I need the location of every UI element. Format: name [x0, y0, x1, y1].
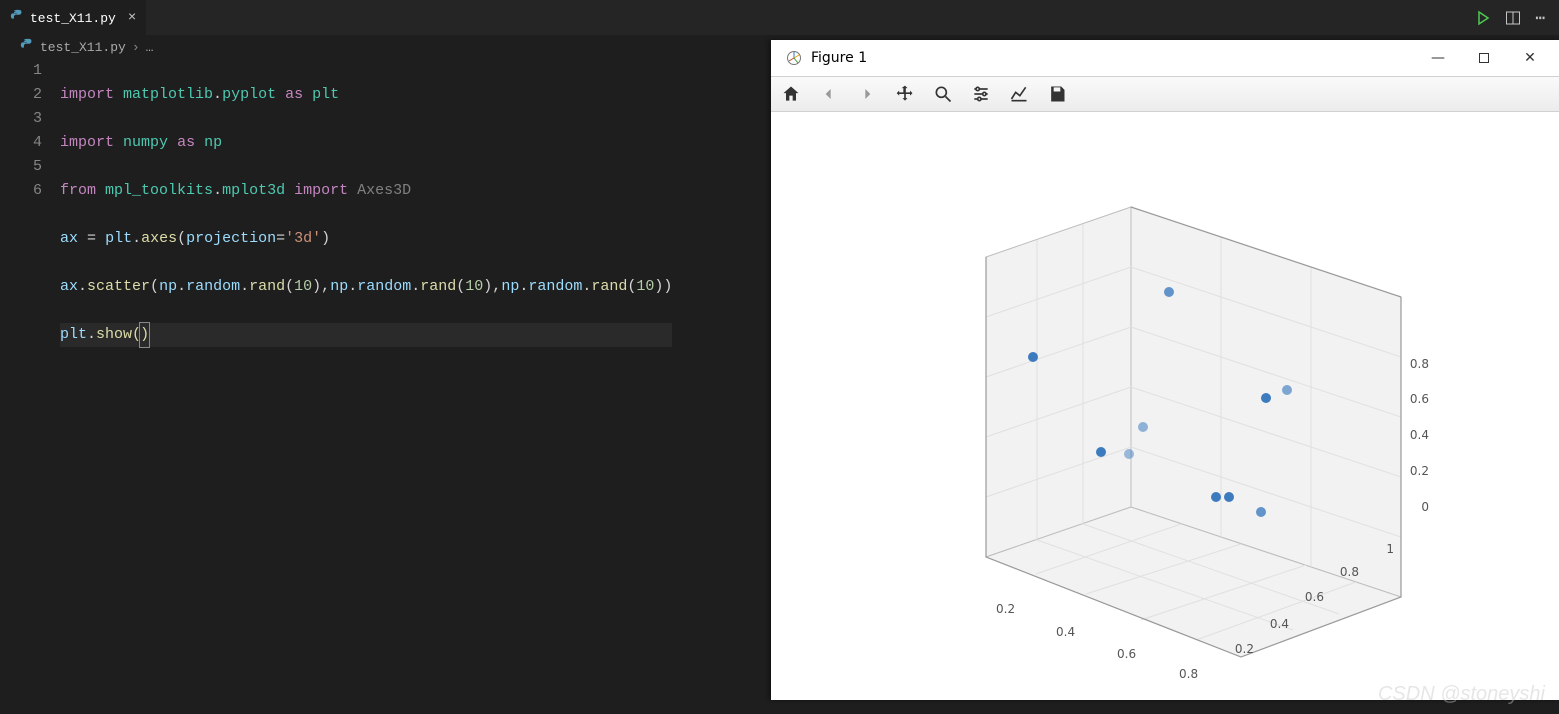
editor-actions: ⋯	[1475, 0, 1559, 35]
z-tick: 0.8	[1410, 357, 1429, 371]
y-tick: 0.6	[1305, 590, 1324, 604]
toolbar-configure-icon[interactable]	[969, 82, 993, 106]
breadcrumb-rest[interactable]: …	[146, 40, 154, 55]
x-tick: 0.6	[1117, 647, 1136, 661]
window-close-button[interactable]: ✕	[1507, 40, 1553, 76]
more-actions-icon[interactable]: ⋯	[1535, 8, 1547, 28]
breadcrumb-file[interactable]: test_X11.py	[40, 40, 126, 55]
window-minimize-button[interactable]: —	[1415, 40, 1461, 76]
y-tick: 0.8	[1340, 565, 1359, 579]
x-tick: 0.4	[1056, 625, 1075, 639]
run-icon[interactable]	[1475, 10, 1491, 26]
figure-window: Figure 1 — ✕	[771, 40, 1559, 700]
window-maximize-button[interactable]	[1461, 40, 1507, 76]
python-file-icon	[10, 9, 24, 28]
matplotlib-app-icon	[785, 49, 803, 67]
python-file-icon	[20, 38, 34, 56]
toolbar-back-icon[interactable]	[817, 82, 841, 106]
y-tick: 0.4	[1270, 617, 1289, 631]
tab-close-icon[interactable]: ×	[128, 10, 136, 26]
toolbar-home-icon[interactable]	[779, 82, 803, 106]
z-tick: 0	[1421, 500, 1429, 514]
y-tick: 0.2	[1235, 642, 1254, 656]
line-number-gutter: 123456	[0, 59, 60, 395]
figure-title: Figure 1	[811, 50, 867, 66]
y-tick: 1	[1386, 542, 1394, 556]
tab-bar: test_X11.py × ⋯	[0, 0, 1559, 35]
x-tick: 0.8	[1179, 667, 1198, 681]
z-tick: 0.2	[1410, 464, 1429, 478]
toolbar-zoom-icon[interactable]	[931, 82, 955, 106]
code-content[interactable]: import matplotlib.pyplot as plt import n…	[60, 59, 672, 395]
toolbar-axes-icon[interactable]	[1007, 82, 1031, 106]
breadcrumb-separator: ›	[132, 40, 140, 55]
split-editor-icon[interactable]	[1505, 10, 1521, 26]
toolbar-forward-icon[interactable]	[855, 82, 879, 106]
matplotlib-toolbar	[771, 76, 1559, 112]
x-tick: 0.2	[996, 602, 1015, 616]
z-tick: 0.6	[1410, 392, 1429, 406]
toolbar-pan-icon[interactable]	[893, 82, 917, 106]
z-tick: 0.4	[1410, 428, 1429, 442]
tab-test-x11[interactable]: test_X11.py ×	[0, 0, 146, 35]
tab-label: test_X11.py	[30, 11, 116, 26]
figure-canvas[interactable]: 0.8 0.6 0.4 0.2 0 1 0.8 0.6 0.4 0.2 0.2 …	[771, 112, 1559, 700]
figure-titlebar[interactable]: Figure 1 — ✕	[771, 40, 1559, 76]
toolbar-save-icon[interactable]	[1045, 82, 1069, 106]
